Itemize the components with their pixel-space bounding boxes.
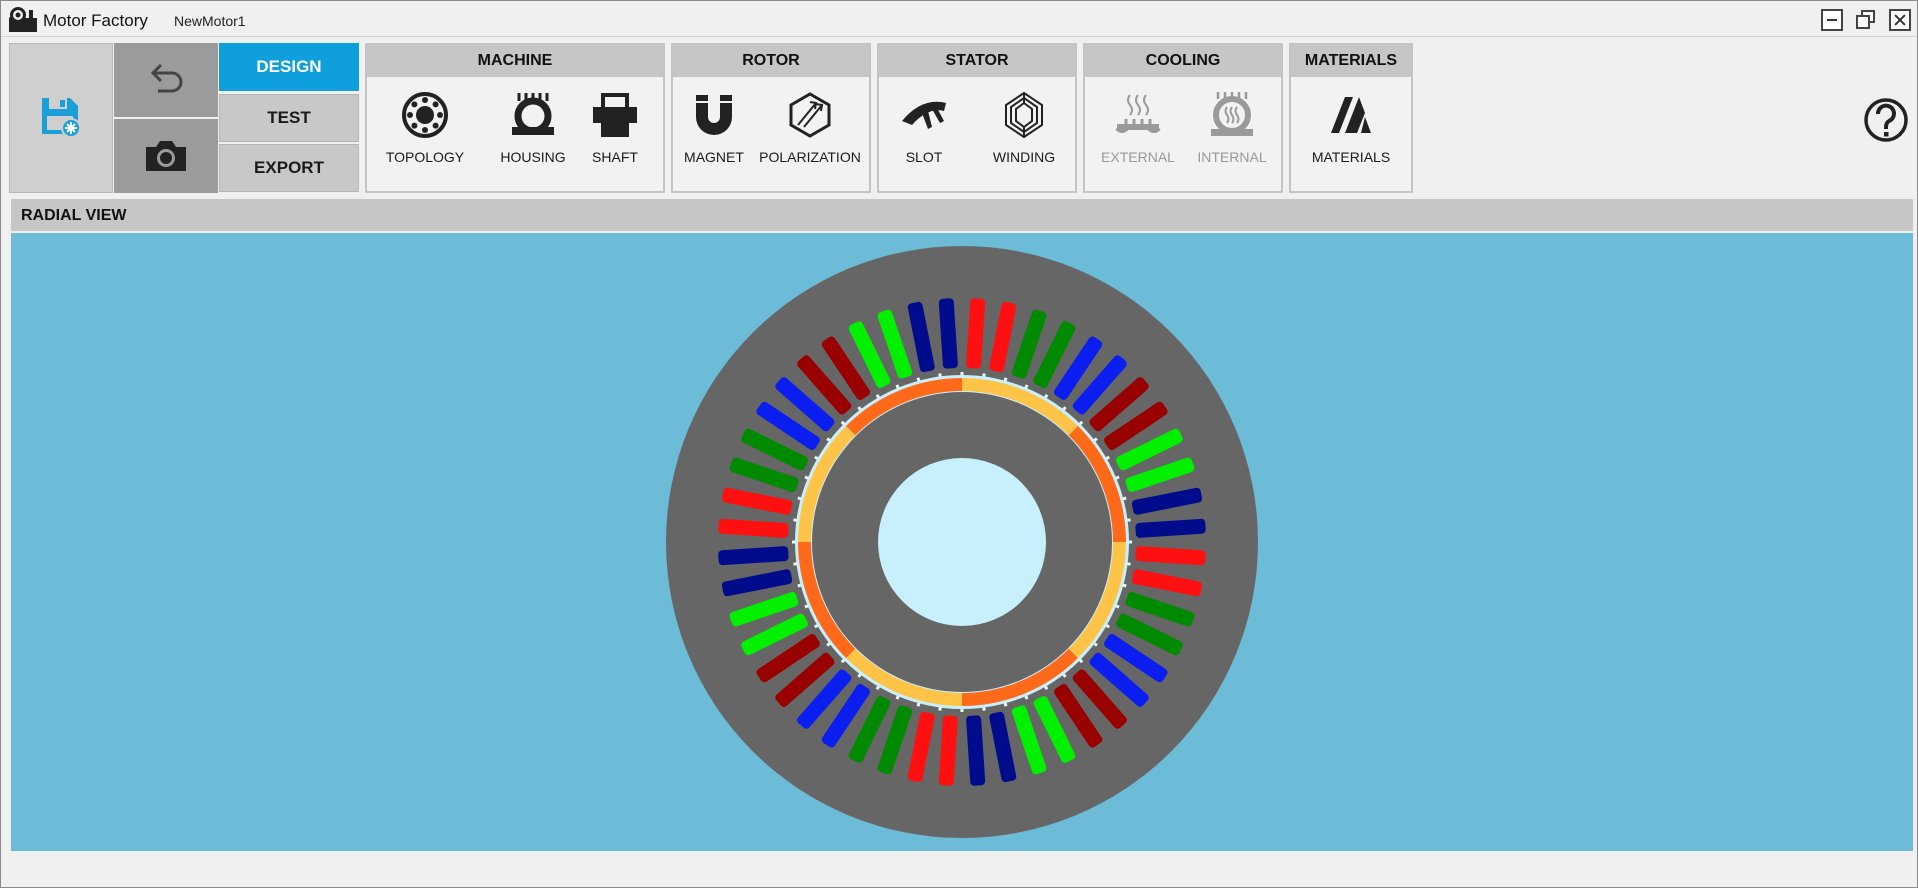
document-name: NewMotor1: [174, 13, 246, 29]
polarization-icon: [789, 92, 831, 138]
camera-icon: [146, 141, 186, 171]
restore-button[interactable]: [1855, 9, 1877, 31]
motor-factory-logo-icon: [9, 7, 37, 32]
topology-icon: [402, 92, 448, 138]
stator-group-title: STATOR: [879, 45, 1075, 77]
close-button[interactable]: [1889, 9, 1911, 31]
internal-cooling-label: INTERNAL: [1197, 149, 1267, 165]
shaft-icon: [593, 93, 637, 137]
magnet-button[interactable]: MAGNET: [679, 91, 749, 181]
app-window: Motor Factory NewMotor1 DESIGN TEST EXPO…: [0, 0, 1918, 888]
winding-icon: [1005, 91, 1043, 139]
winding-button[interactable]: WINDING: [989, 91, 1059, 181]
shaft-label: SHAFT: [592, 149, 638, 165]
tab-test[interactable]: TEST: [219, 94, 359, 142]
machine-group-title: MACHINE: [367, 45, 663, 77]
app-name: Motor Factory: [43, 11, 148, 30]
save-floppy-icon: [42, 98, 81, 138]
minimize-button[interactable]: [1821, 9, 1843, 31]
shaft-bore: [878, 458, 1046, 626]
undo-arrow-icon: [150, 63, 183, 93]
magnet-label: MAGNET: [684, 149, 744, 165]
materials-group-title: MATERIALS: [1291, 45, 1411, 77]
internal-cooling-icon: [1211, 92, 1253, 136]
motor-cross-section: [666, 246, 1258, 838]
slot-label: SLOT: [905, 149, 943, 165]
cooling-group: COOLING EXTERNAL INTERNAL: [1083, 43, 1283, 193]
radial-view-title: RADIAL VIEW: [21, 207, 127, 224]
save-button[interactable]: [9, 43, 113, 193]
title-bar: Motor Factory NewMotor1: [1, 1, 1917, 37]
undo-button[interactable]: [114, 43, 218, 117]
slot-button[interactable]: SLOT: [889, 91, 959, 181]
winding-label: WINDING: [992, 149, 1056, 165]
housing-label: HOUSING: [500, 149, 566, 165]
housing-button[interactable]: HOUSING: [491, 91, 575, 181]
external-cooling-label: EXTERNAL: [1101, 149, 1175, 165]
radial-view-header: RADIAL VIEW: [11, 199, 1913, 231]
tab-design[interactable]: DESIGN: [219, 43, 359, 91]
polarization-label: POLARIZATION: [759, 149, 861, 165]
materials-button[interactable]: MATERIALS: [1301, 91, 1401, 181]
stator-group: STATOR SLOT WINDING: [877, 43, 1077, 193]
cooling-group-title: COOLING: [1085, 45, 1281, 77]
materials-label: MATERIALS: [1311, 149, 1391, 165]
materials-icon: [1331, 97, 1371, 133]
topology-label: TOPOLOGY: [385, 149, 465, 165]
housing-icon: [512, 93, 554, 135]
help-icon[interactable]: [1863, 97, 1909, 143]
rotor-group-title: ROTOR: [673, 45, 869, 77]
radial-view-canvas[interactable]: [11, 233, 1913, 851]
machine-group: MACHINE TOPOLOGY HOUSING SHAFT: [365, 43, 665, 193]
materials-group: MATERIALS MATERIALS: [1289, 43, 1413, 193]
external-cooling-icon: [1115, 94, 1161, 133]
external-cooling-button[interactable]: EXTERNAL: [1095, 91, 1181, 181]
rotor-group: ROTOR MAGNET POLARIZATION: [671, 43, 871, 193]
tab-export[interactable]: EXPORT: [219, 144, 359, 192]
shaft-button[interactable]: SHAFT: [583, 91, 647, 181]
snapshot-button[interactable]: [114, 119, 218, 193]
topology-button[interactable]: TOPOLOGY: [383, 91, 467, 181]
internal-cooling-button[interactable]: INTERNAL: [1189, 91, 1275, 181]
polarization-button[interactable]: POLARIZATION: [755, 91, 865, 181]
magnet-icon: [696, 95, 732, 135]
slot-icon: [902, 101, 946, 129]
